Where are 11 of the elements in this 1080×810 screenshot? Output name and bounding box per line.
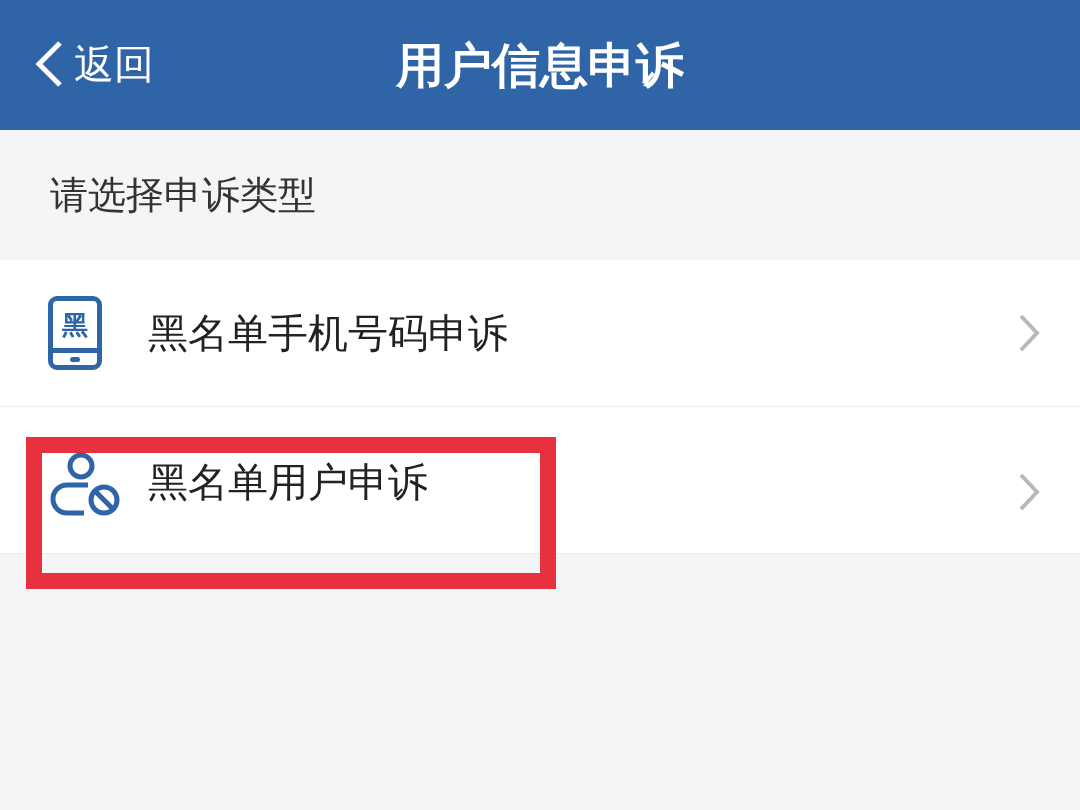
chevron-right-icon [1018, 472, 1040, 512]
phone-icon: 黑 [48, 296, 102, 370]
list-item[interactable]: 黑名单用户申诉 [0, 407, 1080, 554]
item-label: 黑名单手机号码申诉 [148, 309, 509, 358]
list-item[interactable]: 黑 黑名单手机号码申诉 [0, 260, 1080, 407]
page-title: 用户信息申诉 [396, 36, 684, 95]
blocked-user-icon [48, 452, 120, 518]
chevron-right-icon [1018, 313, 1040, 353]
section-label: 请选择申诉类型 [50, 171, 316, 219]
back-button[interactable]: 返回 [34, 40, 154, 88]
item-label: 黑名单用户申诉 [148, 458, 429, 507]
